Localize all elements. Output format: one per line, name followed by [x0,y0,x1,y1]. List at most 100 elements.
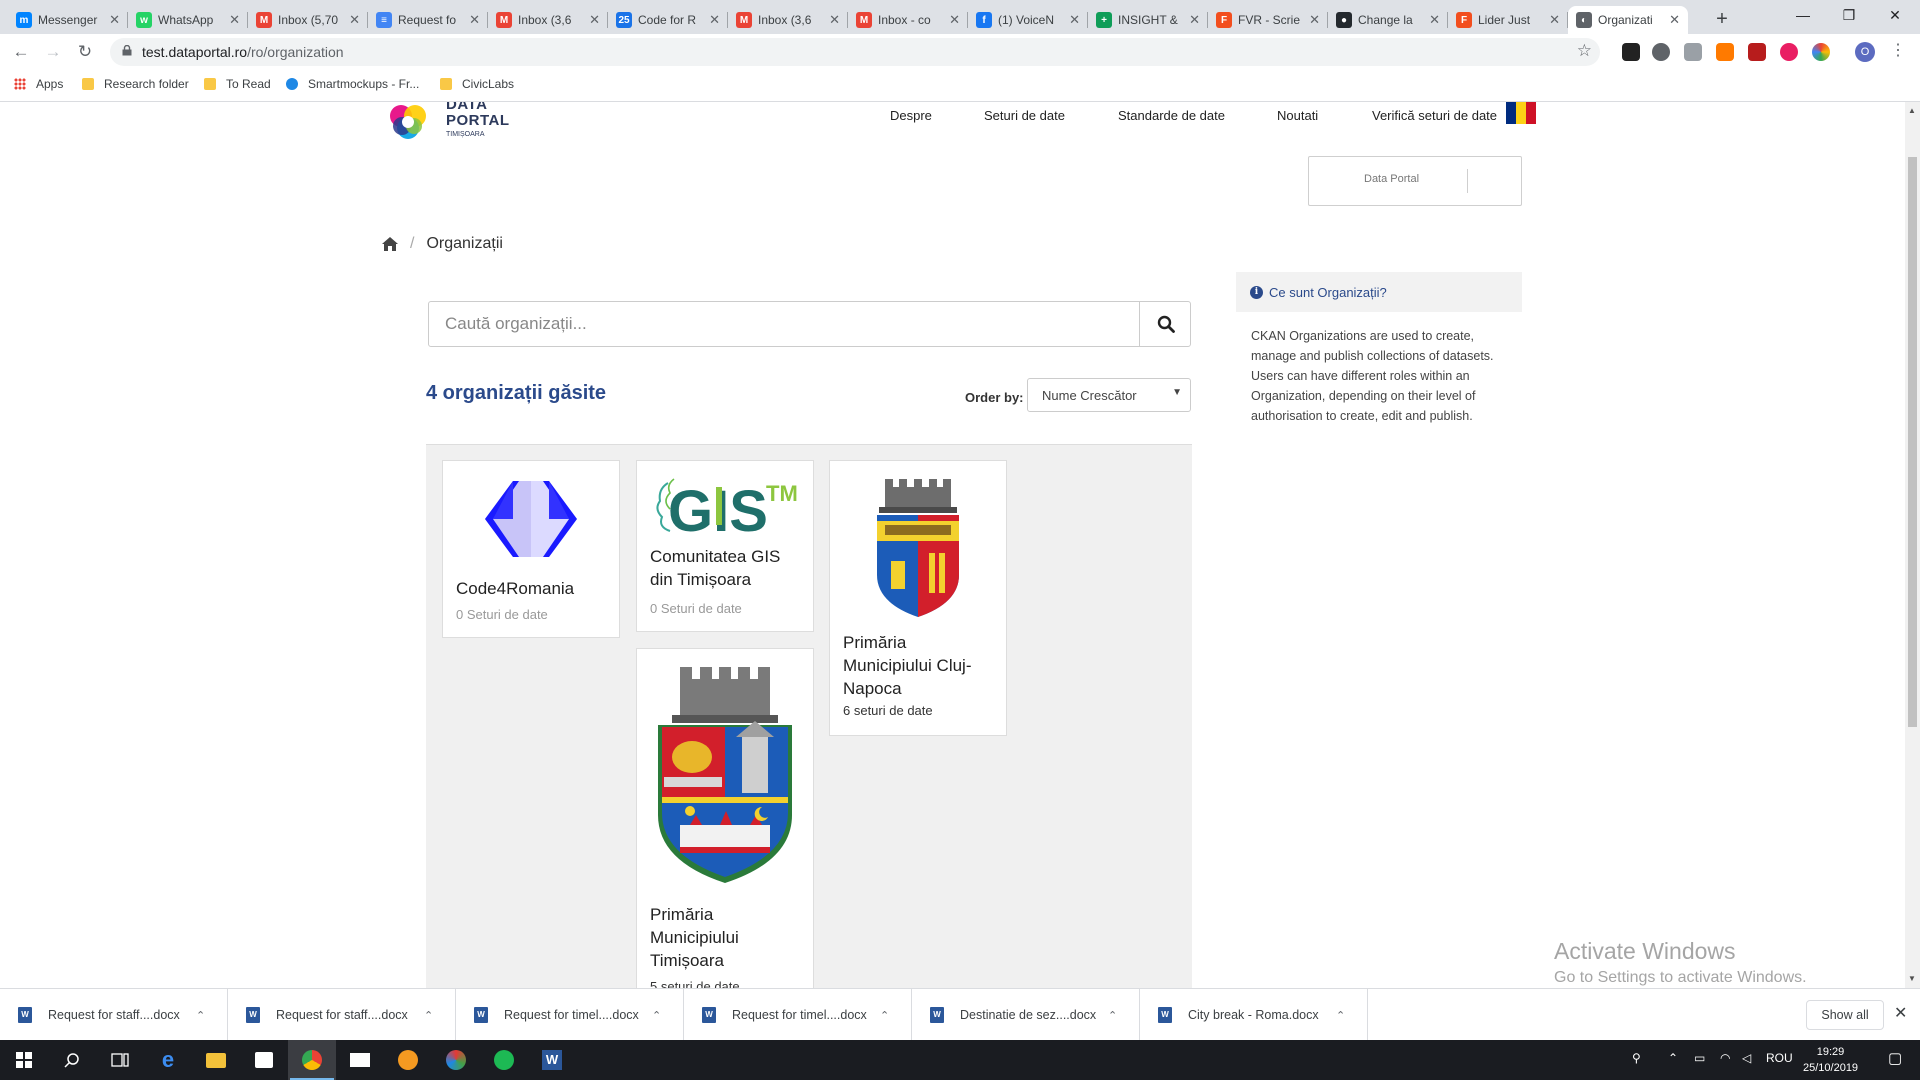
extension-ublock-icon[interactable] [1748,43,1766,61]
url-text[interactable]: test.dataportal.ro/ro/organization [142,44,344,60]
tab-close-icon[interactable]: ✕ [709,12,720,28]
download-options-caret-icon[interactable]: ⌃ [424,1009,433,1022]
tab-close-icon[interactable]: ✕ [109,12,120,28]
browser-tab[interactable]: ● Change la ✕ [1328,6,1448,34]
search-button[interactable] [1139,302,1191,346]
volume-icon[interactable]: ◁ [1742,1051,1751,1065]
nav-noutati[interactable]: Noutati [1277,108,1318,123]
extension-color-icon[interactable] [1812,43,1830,61]
org-name[interactable]: Comunitatea GIS din Timișoara [650,545,805,591]
browser-tab[interactable]: f (1) VoiceN ✕ [968,6,1088,34]
tab-close-icon[interactable]: ✕ [829,12,840,28]
download-options-caret-icon[interactable]: ⌃ [1336,1009,1345,1022]
show-all-downloads-button[interactable]: Show all [1806,1000,1884,1030]
wifi-icon[interactable]: ◠ [1720,1051,1730,1065]
breadcrumb-current[interactable]: Organizații [426,235,502,253]
taskbar-explorer[interactable] [192,1040,240,1080]
download-item[interactable]: W Request for staff....docx ⌃ [228,989,456,1041]
browser-tab[interactable]: m Messenger ✕ [8,6,128,34]
browser-tab[interactable]: M Inbox (5,70 ✕ [248,6,368,34]
org-card-code4romania[interactable]: Code4Romania 0 Seturi de date [442,460,620,638]
address-bar[interactable]: test.dataportal.ro/ro/organization ☆ [110,38,1600,66]
browser-tab[interactable]: 25 Code for R ✕ [608,6,728,34]
scroll-down-arrow-icon[interactable]: ▼ [1908,974,1916,983]
download-item[interactable]: W Request for timel....docx ⌃ [456,989,684,1041]
home-icon[interactable] [382,237,398,251]
org-card-cluj-napoca[interactable]: Primăria Municipiului Cluj-Napoca 6 setu… [829,460,1007,736]
browser-tab[interactable]: M Inbox (3,6 ✕ [728,6,848,34]
close-window-button[interactable]: ✕ [1872,0,1918,30]
browser-menu-icon[interactable]: ⋮ [1890,40,1906,60]
reload-button[interactable]: ↻ [72,39,98,65]
download-item[interactable]: W Request for timel....docx ⌃ [684,989,912,1041]
download-item[interactable]: W Destinatie de sez....docx ⌃ [912,989,1140,1041]
browser-tab[interactable]: F Lider Just ✕ [1448,6,1568,34]
taskbar-mail[interactable] [336,1040,384,1080]
scroll-up-arrow-icon[interactable]: ▲ [1908,106,1916,115]
clock[interactable]: 19:29 25/10/2019 [1803,1044,1858,1076]
org-name[interactable]: Code4Romania [456,577,611,600]
people-icon[interactable]: ⚲ [1632,1051,1641,1065]
nav-seturi-de-date[interactable]: Seturi de date [984,108,1065,123]
browser-tab[interactable]: M Inbox (3,6 ✕ [488,6,608,34]
back-button[interactable]: ← [8,39,34,65]
taskbar-chrome[interactable] [288,1040,336,1080]
browser-tab[interactable]: M Inbox - co ✕ [848,6,968,34]
site-logo[interactable]: DATA PORTAL TIMIȘOARA [388,102,509,144]
start-button[interactable] [0,1040,48,1080]
download-item[interactable]: W City break - Roma.docx ⌃ [1140,989,1368,1041]
notification-center-icon[interactable]: ▢ [1888,1049,1902,1067]
tab-close-icon[interactable]: ✕ [949,12,960,28]
tab-close-icon[interactable]: ✕ [1549,12,1560,28]
task-view-button[interactable] [96,1040,144,1080]
download-options-caret-icon[interactable]: ⌃ [196,1009,205,1022]
taskbar-app[interactable] [432,1040,480,1080]
new-tab-button[interactable]: + [1708,6,1736,34]
forward-button[interactable]: → [40,39,66,65]
org-name[interactable]: Primăria Municipiului Cluj-Napoca [843,631,998,700]
org-card-timisoara[interactable]: Primăria Municipiului Timișoara 5 seturi… [636,648,814,988]
minimize-button[interactable]: — [1780,0,1826,30]
restore-button[interactable]: ❐ [1826,0,1872,30]
order-by-select[interactable]: Nume Crescător ▼ [1027,378,1191,412]
tab-close-icon[interactable]: ✕ [1669,12,1680,28]
portal-search-box[interactable]: Data Portal [1308,156,1522,206]
taskbar-edge[interactable]: e [144,1040,192,1080]
download-options-caret-icon[interactable]: ⌃ [880,1009,889,1022]
taskbar-search[interactable] [48,1040,96,1080]
taskbar-word[interactable]: W [528,1040,576,1080]
nav-standarde-de-date[interactable]: Standarde de date [1118,108,1225,123]
tab-close-icon[interactable]: ✕ [1429,12,1440,28]
tab-close-icon[interactable]: ✕ [1189,12,1200,28]
bookmark-to-read[interactable]: To Read [204,77,271,91]
download-options-caret-icon[interactable]: ⌃ [1108,1009,1117,1022]
language-flag-icon[interactable] [1506,102,1536,124]
scroll-thumb[interactable] [1908,157,1917,727]
browser-tab[interactable]: + INSIGHT & ✕ [1088,6,1208,34]
tab-close-icon[interactable]: ✕ [1309,12,1320,28]
browser-tab[interactable]: ≡ Request fo ✕ [368,6,488,34]
tray-expand-icon[interactable]: ⌃ [1668,1051,1678,1065]
bookmark-civiclabs[interactable]: CivicLabs [440,77,514,91]
bookmark-research-folder[interactable]: Research folder [82,77,189,91]
extension-chart-icon[interactable] [1716,43,1734,61]
extension-shield-icon[interactable] [1684,43,1702,61]
bookmark-star-icon[interactable]: ☆ [1577,41,1592,61]
download-item[interactable]: W Request for staff....docx ⌃ [0,989,228,1041]
nav-verifica-seturi[interactable]: Verifică seturi de date [1372,108,1497,123]
extension-p-icon[interactable] [1622,43,1640,61]
tab-close-icon[interactable]: ✕ [229,12,240,28]
org-card-gis-timisoara[interactable]: GIS TM Comunitatea GIS din Timișoara 0 S… [636,460,814,632]
profile-avatar[interactable]: O [1855,42,1875,62]
browser-tab[interactable]: F FVR - Scrie ✕ [1208,6,1328,34]
battery-icon[interactable]: ▭ [1694,1051,1705,1065]
bookmark-smartmockups[interactable]: Smartmockups - Fr... [286,77,419,91]
nav-despre[interactable]: Despre [890,108,932,123]
language-indicator[interactable]: ROU [1766,1051,1793,1065]
tab-close-icon[interactable]: ✕ [349,12,360,28]
bookmark-apps[interactable]: Apps [14,77,63,91]
extension-pinterest-icon[interactable] [1780,43,1798,61]
taskbar-brave[interactable] [384,1040,432,1080]
close-download-shelf-icon[interactable]: ✕ [1894,1003,1907,1023]
taskbar-spotify[interactable] [480,1040,528,1080]
